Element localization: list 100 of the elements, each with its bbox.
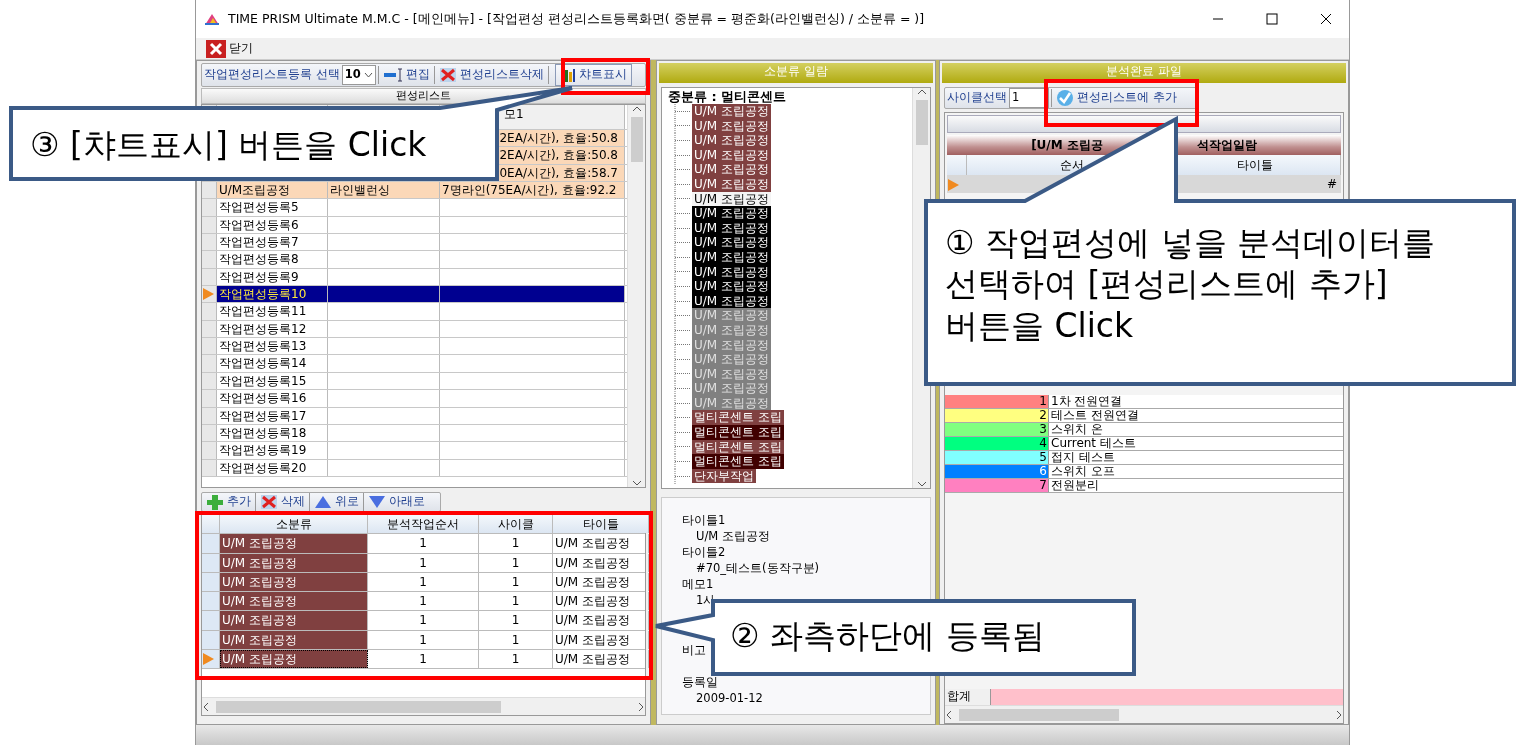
delete-button[interactable]: 삭제 bbox=[258, 492, 307, 512]
total-label: 합계 bbox=[945, 689, 991, 705]
column-header: 사이클 bbox=[479, 515, 553, 534]
detail-value: #70_테스트(동작구분) bbox=[696, 561, 819, 575]
table-cell: 작업편성등록10 bbox=[217, 286, 328, 303]
table-cell: 작업편성등록16 bbox=[217, 390, 328, 407]
callout-text: ② 좌측하단에 등록됨 bbox=[730, 615, 1045, 657]
cycle-spinner[interactable]: 1 bbox=[1009, 88, 1049, 108]
count-dropdown[interactable]: 10 bbox=[341, 65, 376, 85]
add-button[interactable]: 추가 bbox=[204, 492, 253, 512]
table-cell: 7명라인(75EA/시간), 효율:92.2 bbox=[440, 182, 625, 199]
table-cell: 6 bbox=[945, 465, 1049, 478]
select-label: 작업편성리스트등록 선택 bbox=[204, 66, 340, 84]
table-cell-text: 1차 전원연결 bbox=[1050, 395, 1124, 408]
table-cell: 1 bbox=[479, 592, 553, 611]
table-cell: 1 bbox=[479, 534, 553, 553]
table-cell: 1 bbox=[479, 630, 553, 650]
detail-label: 비고 bbox=[682, 642, 707, 658]
table-cell: 작업편성등록19 bbox=[217, 442, 328, 459]
table-cell-text: 스위치 온 bbox=[1050, 423, 1104, 436]
table-cell: U/M 조립공정 bbox=[553, 650, 649, 669]
table-cell: 1 bbox=[368, 650, 479, 669]
table-cell: 작업편성등록20 bbox=[217, 459, 328, 476]
panel-header: 소분류 일람 bbox=[659, 63, 933, 83]
table-cell: 작업편성등록6 bbox=[217, 216, 328, 234]
table-cell-text: Current 테스트 bbox=[1050, 437, 1137, 450]
tree-item[interactable]: U/M 조립공정 bbox=[692, 206, 771, 221]
table-cell: 작업편성등록8 bbox=[217, 251, 328, 268]
table-cell: 1 bbox=[479, 611, 553, 630]
table-cell: 1 bbox=[368, 592, 479, 611]
table-cell: 작업편성등록18 bbox=[217, 424, 328, 442]
column-header: 소분류 bbox=[220, 515, 368, 534]
tree-item[interactable]: 멀티콘센트 조립 bbox=[692, 454, 784, 469]
table-cell: U/M 조립공정 bbox=[220, 650, 368, 669]
table-cell: U/M 조립공정 bbox=[553, 572, 649, 592]
detail-label: 타이틀1 bbox=[682, 512, 727, 528]
chart-button[interactable]: 챠트표시 bbox=[554, 64, 632, 86]
table-cell: 작업편성등록15 bbox=[217, 372, 328, 390]
table-cell-text: 스위치 오프 bbox=[1050, 465, 1116, 478]
table-cell: 1 bbox=[479, 572, 553, 592]
table-cell: U/M 조립공정 bbox=[220, 611, 368, 630]
edit-button[interactable]: 편집 bbox=[380, 65, 432, 85]
panel-header: 분석완료 파일 bbox=[942, 63, 1346, 83]
tree-root[interactable]: 중분류 : 멀티콘센트 bbox=[668, 90, 906, 104]
table-cell: 5 bbox=[945, 451, 1049, 464]
column-header: 분석작업순서 bbox=[368, 515, 479, 534]
add-to-list-button[interactable]: 편성리스트에 추가 bbox=[1054, 88, 1179, 108]
window-title: TIME PRISM Ultimate M.M.C - [메인메뉴] - [작업편성 편성리스트등록화면( 중분류 = 평준화(라인밸런싱) / 소분류 = )] bbox=[228, 9, 926, 28]
table-cell: 작업편성등록12 bbox=[217, 320, 328, 338]
table-cell: 1 bbox=[479, 553, 553, 572]
delete-button[interactable]: 편성리스트삭제 bbox=[436, 65, 546, 85]
table-cell: 7 bbox=[945, 479, 1049, 492]
close-form-button[interactable]: 닫기 bbox=[204, 38, 255, 59]
table-cell: U/M 조립공정 bbox=[553, 630, 649, 650]
table-cell: 작업편성등록9 bbox=[217, 268, 328, 286]
detail-value: 2009-01-12 bbox=[696, 691, 763, 705]
table-cell: 작업편성등록11 bbox=[217, 303, 328, 320]
table-cell: U/M 조립공정 bbox=[220, 592, 368, 611]
tree-item[interactable]: U/M 조립공정 bbox=[692, 104, 771, 119]
table-cell: 라인밸런싱 bbox=[328, 182, 440, 199]
down-button[interactable]: 아래로 bbox=[366, 492, 427, 512]
column-header: 타이틀 bbox=[553, 515, 649, 534]
list-title: 석작업일람 bbox=[1196, 137, 1257, 154]
table-cell: U/M 조립공정 bbox=[553, 592, 649, 611]
table-cell: U/M 조립공정 bbox=[553, 534, 649, 553]
table-cell-text: 전원분리 bbox=[1050, 479, 1100, 492]
detail-label: 메모1 bbox=[682, 576, 715, 592]
table-cell: U/M 조립공정 bbox=[220, 534, 368, 553]
table-cell: 1 bbox=[368, 534, 479, 553]
table-cell: 1 bbox=[945, 395, 1049, 408]
table-cell-text: 테스트 전원연결 bbox=[1050, 409, 1140, 422]
table-cell: 작업편성등록7 bbox=[217, 234, 328, 251]
table-cell-text: 접지 테스트 bbox=[1050, 451, 1116, 464]
callout-text: ① 작업편성에 넣을 분석데이터를 선택하여 [편성리스트에 추가] 버튼을 Click bbox=[945, 222, 1436, 346]
table-cell: 작업편성등록17 bbox=[217, 407, 328, 424]
field-label: 사이클선택 bbox=[947, 89, 1007, 107]
detail-value: U/M 조립공정 bbox=[696, 529, 770, 543]
tree-item[interactable]: U/M 조립공정 bbox=[692, 235, 771, 250]
table-cell-text: # bbox=[1327, 176, 1339, 193]
up-button[interactable]: 위로 bbox=[312, 492, 361, 512]
tree-item[interactable]: 멀티콘센트 조립 bbox=[692, 425, 784, 440]
detail-label: 등록일 bbox=[682, 674, 719, 690]
tree-item[interactable]: 멀티콘센트 조립 bbox=[692, 410, 784, 426]
tree-item[interactable]: U/M 조립공정 bbox=[692, 162, 771, 177]
tree-item[interactable]: U/M 조립공정 bbox=[692, 133, 771, 148]
tree-item[interactable]: U/M 조립공정 bbox=[692, 279, 771, 294]
table-cell: 1 bbox=[479, 650, 553, 669]
table-cell: 4 bbox=[945, 437, 1049, 450]
table-cell: 1 bbox=[368, 630, 479, 650]
table-cell: U/M 조립공정 bbox=[553, 611, 649, 630]
list-title: [U/M 조립공 bbox=[1031, 137, 1103, 154]
table-cell: 3 bbox=[945, 423, 1049, 436]
callout-text: ③ [챠트표시] 버튼을 Click bbox=[30, 124, 427, 166]
table-cell: 1 bbox=[368, 572, 479, 592]
table-cell: 1 bbox=[368, 611, 479, 630]
table-cell: 작업편성등록5 bbox=[217, 199, 328, 216]
table-cell: 2 bbox=[945, 409, 1049, 422]
table-cell: U/M 조립공정 bbox=[553, 553, 649, 572]
table-cell: U/M조립공정 bbox=[217, 182, 328, 199]
table-cell: 1 bbox=[368, 553, 479, 572]
